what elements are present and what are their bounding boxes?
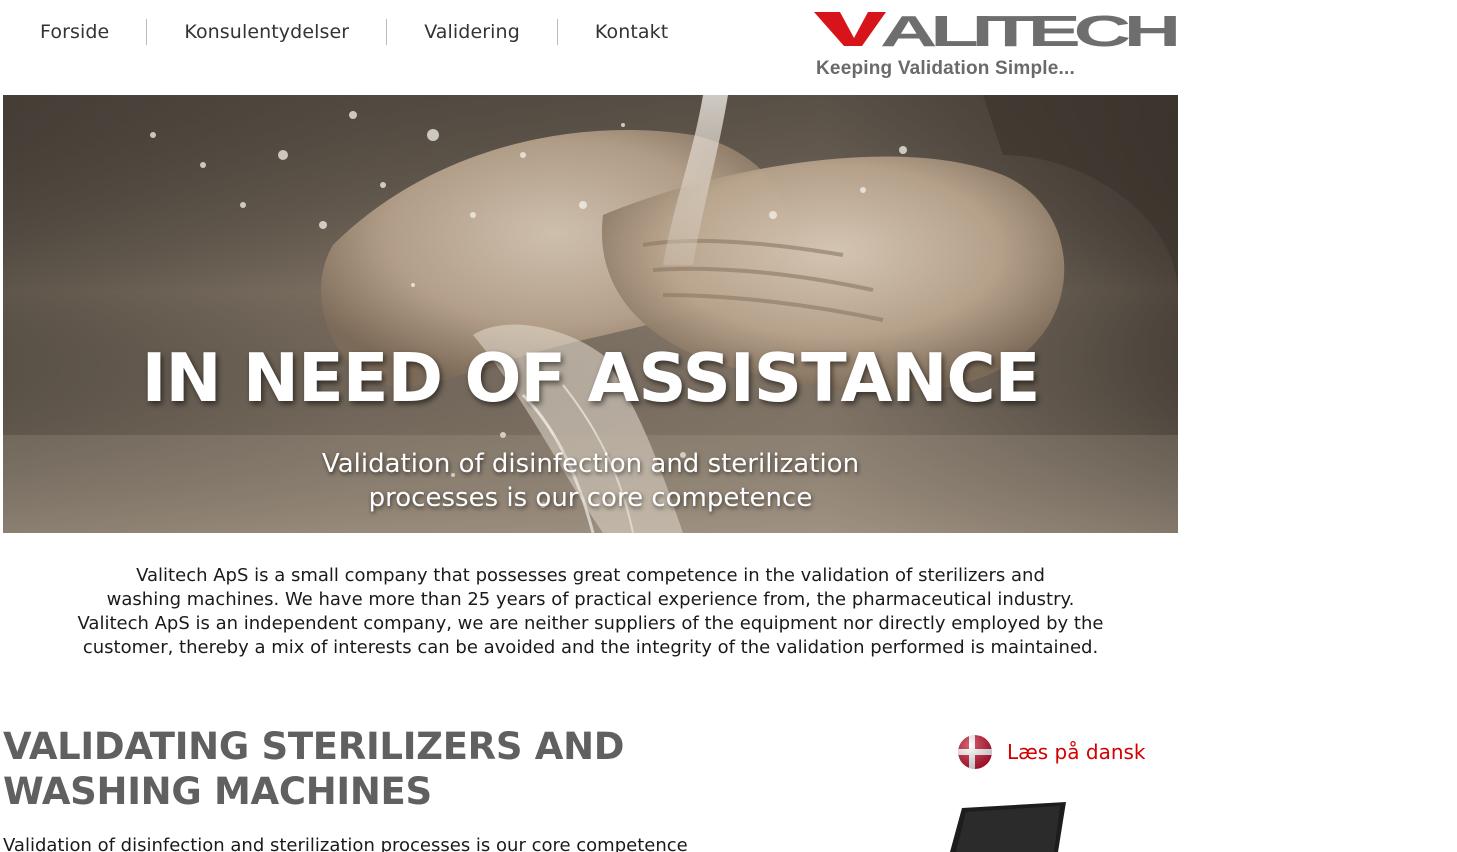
nav-item-kontakt[interactable]: Kontakt [595,21,668,43]
section-text: Validation of disinfection and steriliza… [3,835,688,852]
intro-line: Valitech ApS is an independent company, … [77,613,1104,634]
nav-item-forside[interactable]: Forside [40,21,109,43]
language-switch-label: Læs på dansk [1007,740,1146,764]
section-heading: VALIDATING STERILIZERS AND WASHING MACHI… [3,724,703,814]
svg-text:ALITECH: ALITECH [880,8,1176,52]
intro-paragraph: Valitech ApS is a small company that pos… [3,564,1178,660]
logo-tagline: Keeping Validation Simple... [816,58,1075,79]
nav-item-validering[interactable]: Validering [424,21,520,43]
nav-separator [146,19,148,45]
hero-title: IN NEED OF ASSISTANCE [141,339,1041,417]
section-heading-line: VALIDATING STERILIZERS AND [3,725,625,768]
intro-line: customer, thereby a mix of interests can… [82,637,1099,658]
nav-item-konsulentydelser[interactable]: Konsulentydelser [184,21,349,43]
hero-subtitle-line: processes is our core competence [368,483,813,513]
intro-line: Valitech ApS is a small company that pos… [136,565,1045,586]
intro-line: washing machines. We have more than 25 y… [106,589,1075,610]
hero-subtitle: Validation of disinfection and steriliza… [3,447,1178,515]
hero-banner: IN NEED OF ASSISTANCE Validation of disi… [3,95,1178,533]
main-navigation: Forside Konsulentydelser Validering Kont… [3,14,668,50]
nav-separator [556,19,558,45]
danish-flag-icon [958,735,992,769]
valitech-wordmark: ALITECH [814,8,1178,52]
site-logo[interactable]: ALITECH Keeping Validation Simple... [814,8,1178,80]
section-heading-line: WASHING MACHINES [3,770,432,813]
equipment-image [944,800,1074,852]
nav-separator [386,19,388,45]
language-switch-link[interactable]: Læs på dansk [958,735,1146,769]
hero-subtitle-line: Validation of disinfection and steriliza… [321,449,860,479]
